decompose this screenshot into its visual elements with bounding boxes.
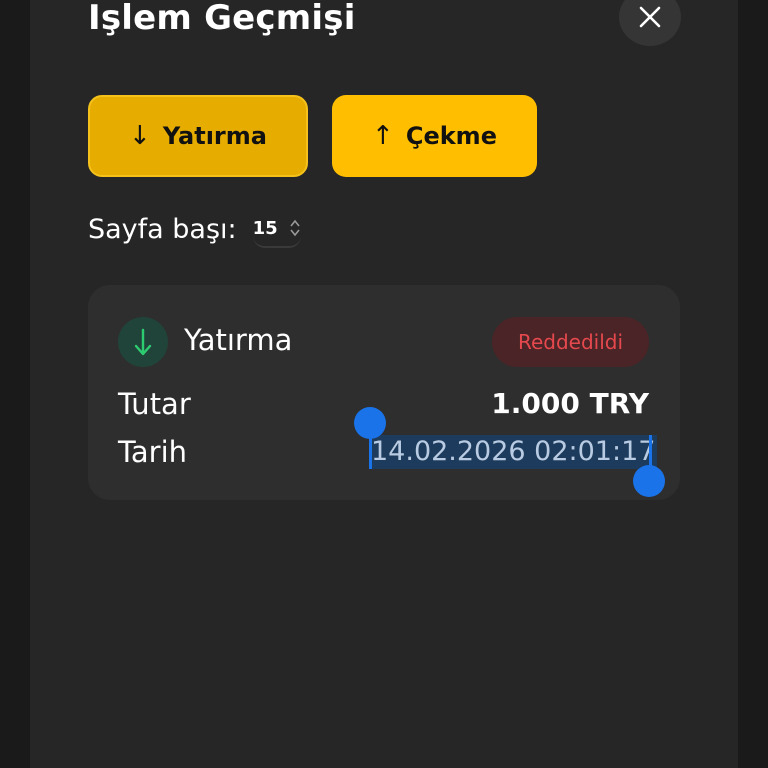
per-page-select[interactable]: 15 — [252, 210, 301, 248]
arrow-down-icon: ↓ — [129, 121, 151, 151]
date-label: Tarih — [118, 435, 188, 469]
status-badge: Reddedildi — [492, 317, 649, 367]
selection-end-handle[interactable] — [633, 465, 665, 497]
per-page-value: 15 — [252, 217, 278, 239]
selection-end-bar — [649, 435, 652, 469]
transaction-type: Yatırma — [184, 323, 293, 357]
per-page-label: Sayfa başı: — [88, 213, 237, 245]
selection-start-bar — [369, 435, 372, 469]
sort-arrows-icon — [290, 219, 300, 237]
deposit-filter-button[interactable]: ↓ Yatırma — [88, 95, 308, 177]
withdraw-filter-button[interactable]: ↑ Çekme — [332, 95, 537, 177]
page-title: Işlem Geçmişi — [88, 0, 356, 38]
withdraw-filter-label: Çekme — [405, 122, 497, 150]
arrow-up-icon: ↑ — [372, 121, 394, 151]
amount-value: 1.000 TRY — [491, 387, 649, 420]
selection-start-handle[interactable] — [354, 407, 386, 439]
per-page-control: Sayfa başı: 15 — [88, 210, 301, 248]
date-value[interactable]: 14.02.2026 02:01:17 — [369, 435, 658, 469]
deposit-filter-label: Yatırma — [162, 122, 267, 150]
close-icon — [639, 6, 661, 28]
deposit-direction-badge — [118, 317, 168, 367]
transaction-card[interactable]: Yatırma Reddedildi Tutar 1.000 TRY Tarih… — [88, 285, 680, 500]
amount-label: Tutar — [118, 387, 191, 421]
arrow-down-icon — [134, 328, 152, 356]
